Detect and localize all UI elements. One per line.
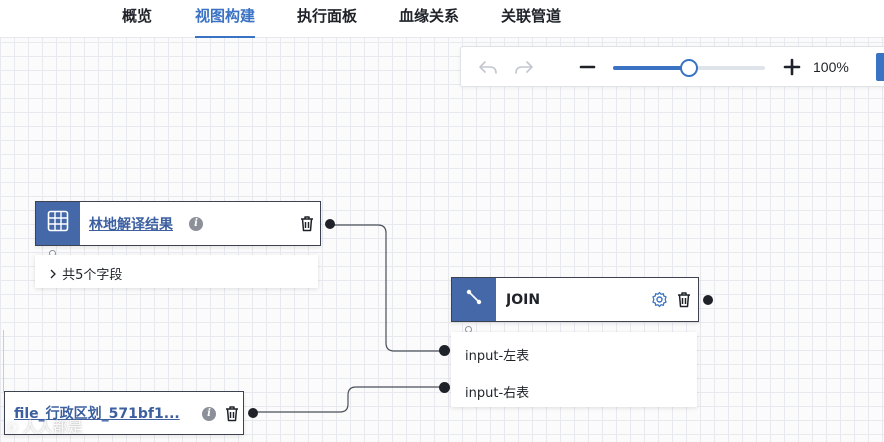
offscreen-node-edge — [0, 330, 4, 392]
trash-icon[interactable] — [676, 291, 692, 313]
toolbar-primary-button[interactable] — [876, 53, 884, 81]
join-node-title: JOIN — [506, 291, 541, 308]
trash-icon[interactable] — [224, 405, 240, 427]
zoom-out-minus-icon[interactable] — [577, 57, 599, 77]
join-line-icon — [464, 287, 484, 312]
edge-source2-to-join-right[interactable] — [254, 386, 442, 413]
undo-icon[interactable] — [477, 57, 499, 77]
source-node-1[interactable]: 林地解译结果 i — [35, 201, 335, 246]
fields-count-label: 共5个字段 — [62, 268, 123, 283]
join-inputs-panel: input-左表 input-右表 — [451, 332, 697, 407]
join-node[interactable]: JOIN — [451, 277, 713, 322]
zoom-slider[interactable] — [613, 59, 765, 77]
join-input-right[interactable]: input-右表 — [465, 382, 529, 401]
join-input-left[interactable]: input-左表 — [465, 345, 529, 364]
redo-icon[interactable] — [513, 57, 535, 77]
node-icon-box — [36, 202, 80, 245]
watermark: ⓒ 人人都是 — [6, 418, 83, 436]
zoom-level-readout: 100% — [813, 59, 849, 75]
input-port-right[interactable] — [439, 382, 450, 393]
chevron-right-icon — [48, 268, 62, 283]
trash-icon[interactable] — [299, 215, 315, 237]
info-icon[interactable]: i — [202, 407, 216, 421]
fields-expander[interactable]: 共5个字段 — [48, 264, 122, 283]
info-icon[interactable]: i — [189, 217, 203, 231]
gear-icon[interactable] — [651, 291, 668, 313]
zoom-in-plus-icon[interactable] — [781, 57, 803, 77]
zoom-slider-fill — [613, 66, 689, 70]
zoom-toolbar: 100% — [460, 46, 884, 87]
source-node-1-title[interactable]: 林地解译结果 — [89, 202, 173, 245]
table-grid-icon — [47, 210, 69, 237]
node-icon-box — [452, 278, 496, 321]
output-port[interactable] — [325, 219, 335, 229]
input-port-left[interactable] — [439, 345, 450, 356]
fields-panel: 共5个字段 — [35, 255, 318, 288]
zoom-slider-thumb[interactable] — [680, 59, 698, 77]
output-port[interactable] — [703, 295, 713, 305]
edge-source1-to-join-left[interactable] — [330, 224, 442, 352]
output-port[interactable] — [248, 408, 258, 418]
